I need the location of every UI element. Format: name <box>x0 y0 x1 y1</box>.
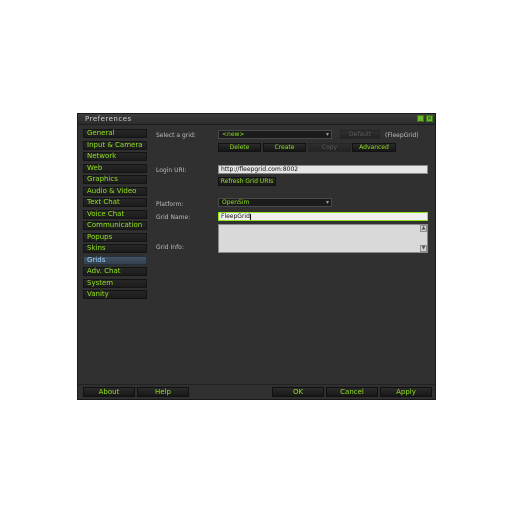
sidebar-item-text-chat[interactable]: Text Chat <box>83 198 147 207</box>
sidebar-item-graphics[interactable]: Graphics <box>83 175 147 184</box>
advanced-button[interactable]: Advanced <box>352 143 396 152</box>
default-button[interactable]: Default <box>340 130 380 139</box>
chevron-down-icon: ▾ <box>325 131 329 138</box>
about-button[interactable]: About <box>83 387 135 397</box>
sidebar-item-vanity[interactable]: Vanity <box>83 290 147 299</box>
sidebar-item-network[interactable]: Network <box>83 152 147 161</box>
sidebar-item-voice-chat[interactable]: Voice Chat <box>83 209 147 219</box>
sidebar-item-audio-video[interactable]: Audio & Video <box>83 186 147 196</box>
text-caret <box>249 213 251 220</box>
create-button[interactable]: Create <box>263 143 306 152</box>
copy-button[interactable]: Copy <box>308 143 351 152</box>
help-button[interactable]: Help <box>137 387 189 397</box>
grid-name-field[interactable]: FleepGrid <box>218 212 428 221</box>
apply-button[interactable]: Apply <box>380 387 432 397</box>
close-icon[interactable]: × <box>426 115 433 122</box>
platform-combo[interactable]: OpenSim ▾ <box>218 198 332 207</box>
cancel-button[interactable]: Cancel <box>326 387 378 397</box>
refresh-grid-uris-button[interactable]: Refresh Grid URIs <box>218 177 276 186</box>
chevron-down-icon: ▾ <box>325 199 329 206</box>
login-uri-field[interactable]: http://fleepgrid.com:8002 <box>218 165 428 174</box>
platform-value: OpenSim <box>222 199 250 206</box>
scroll-down-icon[interactable]: ▼ <box>420 245 427 252</box>
footer-divider <box>78 384 435 385</box>
sidebar-item-popups[interactable]: Popups <box>83 232 147 242</box>
login-uri-label: Login URI: <box>156 167 187 174</box>
scroll-up-icon[interactable]: ▲ <box>420 225 427 232</box>
sidebar-item-adv-chat[interactable]: Adv. Chat <box>83 267 147 276</box>
grid-name-value: FleepGrid <box>221 213 250 220</box>
grid-info-label: Grid Info: <box>156 244 184 251</box>
ok-button[interactable]: OK <box>272 387 324 397</box>
sidebar-item-skins[interactable]: Skins <box>83 244 147 253</box>
grid-name-label: Grid Name: <box>156 214 191 221</box>
sidebar-item-web[interactable]: Web <box>83 163 147 173</box>
grid-select-combo[interactable]: <new> ▾ <box>218 130 332 139</box>
sidebar-item-system[interactable]: System <box>83 278 147 288</box>
platform-label: Platform: <box>156 201 184 208</box>
preferences-window: Preferences _ × General Input & Camera N… <box>77 113 436 400</box>
title-bar[interactable]: Preferences _ × <box>78 114 435 125</box>
window-title: Preferences <box>85 115 132 123</box>
grid-info-textarea[interactable]: ▲ ▼ <box>218 224 428 253</box>
current-grid-label: (FleepGrid) <box>385 132 419 139</box>
select-grid-label: Select a grid: <box>156 132 196 139</box>
sidebar-item-grids[interactable]: Grids <box>83 255 147 265</box>
sidebar-item-input-camera[interactable]: Input & Camera <box>83 140 147 150</box>
grid-select-value: <new> <box>222 131 245 138</box>
sidebar-item-communication[interactable]: Communication <box>83 221 147 230</box>
minimize-icon[interactable]: _ <box>417 115 424 122</box>
sidebar-item-general[interactable]: General <box>83 129 147 138</box>
delete-button[interactable]: Delete <box>218 143 261 152</box>
